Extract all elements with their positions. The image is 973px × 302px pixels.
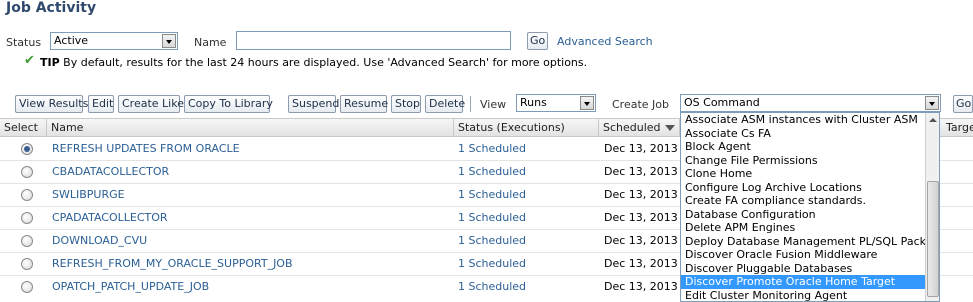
tip-bold: TIP: [40, 56, 60, 69]
job-name-link[interactable]: CPADATACOLLECTOR: [52, 207, 168, 229]
dropdown-option[interactable]: Block Agent: [681, 140, 939, 154]
row-radio[interactable]: [21, 258, 33, 270]
job-status-link[interactable]: 1 Scheduled: [458, 276, 526, 298]
chevron-down-icon[interactable]: [925, 96, 939, 110]
dropdown-option[interactable]: Discover Pluggable Databases: [681, 262, 939, 276]
job-name-link[interactable]: DOWNLOAD_CVU: [52, 230, 147, 252]
header-select: Select: [0, 119, 47, 136]
row-radio[interactable]: [21, 166, 33, 178]
dropdown-option[interactable]: Discover Oracle Fusion Middleware: [681, 248, 939, 262]
job-name-link[interactable]: CBADATACOLLECTOR: [52, 161, 169, 183]
header-status[interactable]: Status (Executions): [454, 119, 599, 136]
job-name-link[interactable]: REFRESH_FROM_MY_ORACLE_SUPPORT_JOB: [52, 253, 293, 275]
dropdown-option[interactable]: Edit Cluster Monitoring Agent: [681, 289, 939, 302]
resume-button[interactable]: Resume: [340, 95, 388, 113]
view-select[interactable]: Runs: [516, 94, 596, 112]
edit-button[interactable]: Edit: [88, 95, 114, 113]
job-scheduled: Dec 13, 2013 1: [604, 211, 680, 224]
scroll-up-icon[interactable]: [927, 114, 939, 126]
job-status-link[interactable]: 1 Scheduled: [458, 138, 526, 160]
job-name-link[interactable]: SWLIBPURGE: [52, 184, 125, 206]
toolbar-separator: [470, 96, 471, 112]
checkmark-icon: ✔: [24, 53, 35, 68]
row-radio[interactable]: [21, 212, 33, 224]
dropdown-option[interactable]: Associate Cs FA: [681, 127, 939, 141]
create-like-button[interactable]: Create Like: [118, 95, 184, 113]
view-label: View: [480, 98, 507, 111]
create-job-dropdown-list[interactable]: Associate ASM instances with Cluster ASM…: [680, 112, 940, 302]
job-status-link[interactable]: 1 Scheduled: [458, 230, 526, 252]
status-select-value: Active: [54, 34, 89, 47]
job-name-link[interactable]: OPATCH_PATCH_UPDATE_JOB: [52, 276, 209, 298]
job-scheduled: Dec 13, 2013 2: [604, 188, 680, 201]
row-radio[interactable]: [21, 143, 33, 155]
name-label: Name: [194, 36, 227, 49]
job-name-link[interactable]: REFRESH UPDATES FROM ORACLE: [52, 138, 240, 160]
page-title: Job Activity: [6, 0, 97, 16]
job-status-link[interactable]: 1 Scheduled: [458, 184, 526, 206]
dropdown-scrollbar[interactable]: [925, 113, 939, 301]
job-scheduled: Dec 13, 2013 1: [604, 280, 680, 293]
dropdown-option[interactable]: Configure Log Archive Locations: [681, 181, 939, 195]
row-radio[interactable]: [21, 235, 33, 247]
header-name[interactable]: Name: [47, 119, 454, 136]
create-job-select-value: OS Command: [684, 96, 760, 109]
header-scheduled[interactable]: Scheduled: [599, 119, 680, 136]
dropdown-option[interactable]: Deploy Database Management PL/SQL Packag…: [681, 235, 939, 249]
header-scheduled-label: Scheduled: [603, 121, 661, 134]
status-label: Status: [6, 36, 42, 49]
chevron-down-icon[interactable]: [580, 96, 594, 110]
status-select[interactable]: Active: [50, 32, 178, 50]
job-status-link[interactable]: 1 Scheduled: [458, 161, 526, 183]
job-status-link[interactable]: 1 Scheduled: [458, 207, 526, 229]
dropdown-option-selected[interactable]: Discover Promote Oracle Home Target: [681, 275, 939, 289]
sort-descending-icon[interactable]: [664, 125, 675, 131]
create-job-go-button[interactable]: Go: [953, 95, 973, 113]
dropdown-option[interactable]: Create FA compliance standards.: [681, 194, 939, 208]
dropdown-option[interactable]: Delete APM Engines: [681, 221, 939, 235]
stop-button[interactable]: Stop: [391, 95, 421, 113]
header-target[interactable]: Targe: [942, 119, 973, 136]
dropdown-option[interactable]: Associate ASM instances with Cluster ASM: [681, 113, 939, 127]
job-scheduled: Dec 13, 2013 1: [604, 234, 680, 247]
delete-button[interactable]: Delete: [425, 95, 465, 113]
row-radio[interactable]: [21, 189, 33, 201]
view-select-value: Runs: [520, 96, 547, 109]
go-button[interactable]: Go: [527, 32, 548, 50]
dropdown-option[interactable]: Database Configuration: [681, 208, 939, 222]
name-input[interactable]: [236, 31, 511, 50]
tip-message: By default, results for the last 24 hour…: [63, 56, 588, 69]
job-scheduled: Dec 13, 2013 3: [604, 165, 680, 178]
scroll-thumb[interactable]: [927, 181, 939, 297]
job-status-link[interactable]: 1 Scheduled: [458, 253, 526, 275]
tip-text: TIP By default, results for the last 24 …: [40, 56, 587, 69]
view-results-button[interactable]: View Results: [15, 95, 88, 113]
dropdown-option[interactable]: Clone Home: [681, 167, 939, 181]
create-job-select[interactable]: OS Command: [680, 94, 941, 112]
suspend-button[interactable]: Suspend: [288, 95, 339, 113]
job-scheduled: Dec 13, 2013 1: [604, 142, 680, 155]
job-scheduled: Dec 13, 2013 1: [604, 257, 680, 270]
create-job-label: Create Job: [612, 98, 670, 111]
dropdown-option[interactable]: Change File Permissions: [681, 154, 939, 168]
row-radio[interactable]: [21, 281, 33, 293]
copy-to-library-button[interactable]: Copy To Library: [184, 95, 273, 113]
advanced-search-link[interactable]: Advanced Search: [557, 35, 653, 48]
chevron-down-icon[interactable]: [162, 34, 176, 48]
